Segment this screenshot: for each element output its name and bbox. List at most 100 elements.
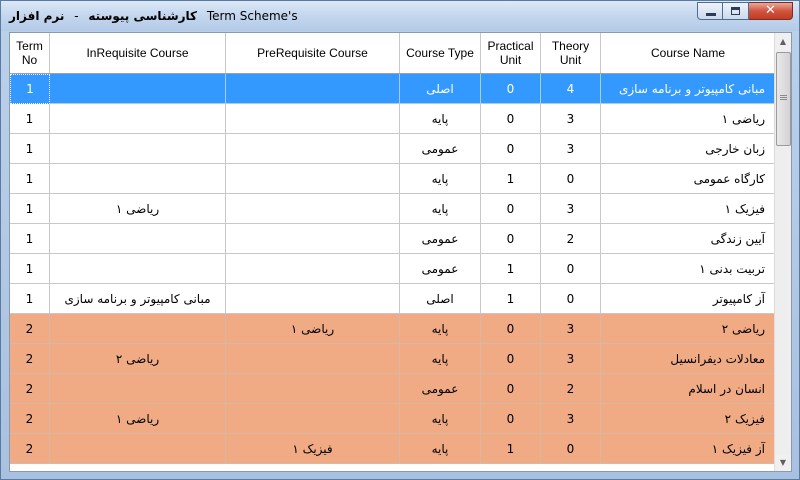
cell-inrequisite[interactable]	[50, 254, 226, 284]
cell-inrequisite[interactable]	[50, 224, 226, 254]
cell-course-type[interactable]: پایه	[400, 314, 481, 344]
cell-practical-unit[interactable]: 0	[481, 74, 541, 104]
cell-term-no[interactable]: 1	[10, 194, 50, 224]
cell-inrequisite[interactable]	[50, 134, 226, 164]
header-prerequisite[interactable]: PreRequisite Course	[226, 33, 400, 73]
cell-term-no[interactable]: 2	[10, 314, 50, 344]
title-bar[interactable]: کارشناسی پیوسته - نرم افزار Term Scheme'…	[1, 1, 799, 31]
table-row[interactable]: 1 عمومی 1 0 تربیت بدنی ۱	[10, 254, 776, 284]
cell-course-type[interactable]: پایه	[400, 344, 481, 374]
cell-inrequisite[interactable]	[50, 314, 226, 344]
cell-practical-unit[interactable]: 1	[481, 254, 541, 284]
cell-prerequisite[interactable]	[226, 164, 400, 194]
table-row[interactable]: 1 اصلی 0 4 مبانی کامپیوتر و برنامه سازی	[10, 74, 776, 104]
table-row[interactable]: 1 پایه 0 3 ریاضی ۱	[10, 104, 776, 134]
cell-course-name[interactable]: آز فیزیک ۱	[601, 434, 776, 464]
minimize-button[interactable]	[697, 2, 723, 20]
cell-theory-unit[interactable]: 3	[541, 344, 601, 374]
cell-inrequisite[interactable]: ریاضی ۱	[50, 194, 226, 224]
header-theory-unit[interactable]: Theory Unit	[541, 33, 601, 73]
cell-term-no[interactable]: 2	[10, 344, 50, 374]
cell-theory-unit[interactable]: 0	[541, 164, 601, 194]
cell-course-name[interactable]: زبان خارجی	[601, 134, 776, 164]
table-row[interactable]: 2 ریاضی ۱ پایه 0 3 ریاضی ۲	[10, 314, 776, 344]
cell-course-type[interactable]: عمومی	[400, 134, 481, 164]
table-row[interactable]: 2 ریاضی ۱ پایه 0 3 فیزیک ۲	[10, 404, 776, 434]
table-row[interactable]: 2 فیزیک ۱ پایه 1 0 آز فیزیک ۱	[10, 434, 776, 464]
cell-inrequisite[interactable]: ریاضی ۱	[50, 404, 226, 434]
cell-theory-unit[interactable]: 2	[541, 374, 601, 404]
cell-practical-unit[interactable]: 0	[481, 374, 541, 404]
cell-prerequisite[interactable]	[226, 194, 400, 224]
header-course-type[interactable]: Course Type	[400, 33, 481, 73]
cell-term-no[interactable]: 1	[10, 164, 50, 194]
cell-inrequisite[interactable]	[50, 374, 226, 404]
cell-practical-unit[interactable]: 0	[481, 224, 541, 254]
header-practical-unit[interactable]: Practical Unit	[481, 33, 541, 73]
cell-theory-unit[interactable]: 0	[541, 284, 601, 314]
cell-prerequisite[interactable]	[226, 284, 400, 314]
cell-course-name[interactable]: ریاضی ۲	[601, 314, 776, 344]
header-course-name[interactable]: Course Name	[601, 33, 776, 73]
cell-course-name[interactable]: آز کامپیوتر	[601, 284, 776, 314]
cell-course-type[interactable]: پایه	[400, 104, 481, 134]
cell-inrequisite[interactable]	[50, 164, 226, 194]
cell-term-no[interactable]: 2	[10, 434, 50, 464]
table-row[interactable]: 1 ریاضی ۱ پایه 0 3 فیزیک ۱	[10, 194, 776, 224]
header-term-no[interactable]: Term No	[10, 33, 50, 73]
cell-prerequisite[interactable]	[226, 224, 400, 254]
cell-course-type[interactable]: عمومی	[400, 374, 481, 404]
cell-inrequisite[interactable]	[50, 74, 226, 104]
cell-course-type[interactable]: اصلی	[400, 74, 481, 104]
cell-prerequisite[interactable]: فیزیک ۱	[226, 434, 400, 464]
cell-prerequisite[interactable]	[226, 134, 400, 164]
cell-term-no[interactable]: 1	[10, 134, 50, 164]
cell-prerequisite[interactable]	[226, 254, 400, 284]
cell-prerequisite[interactable]	[226, 404, 400, 434]
cell-course-name[interactable]: ریاضی ۱	[601, 104, 776, 134]
table-row[interactable]: 1 عمومی 0 2 آیین زندگی	[10, 224, 776, 254]
cell-practical-unit[interactable]: 1	[481, 284, 541, 314]
cell-term-no[interactable]: 1	[10, 284, 50, 314]
cell-course-type[interactable]: پایه	[400, 404, 481, 434]
cell-practical-unit[interactable]: 0	[481, 344, 541, 374]
cell-course-type[interactable]: پایه	[400, 434, 481, 464]
cell-theory-unit[interactable]: 3	[541, 314, 601, 344]
vertical-scrollbar[interactable]: ▲ ▼	[774, 33, 791, 471]
cell-practical-unit[interactable]: 0	[481, 134, 541, 164]
cell-theory-unit[interactable]: 3	[541, 104, 601, 134]
cell-theory-unit[interactable]: 4	[541, 74, 601, 104]
cell-practical-unit[interactable]: 0	[481, 194, 541, 224]
cell-theory-unit[interactable]: 2	[541, 224, 601, 254]
cell-term-no[interactable]: 1	[10, 224, 50, 254]
cell-theory-unit[interactable]: 3	[541, 134, 601, 164]
scroll-thumb[interactable]	[776, 52, 791, 146]
cell-practical-unit[interactable]: 1	[481, 434, 541, 464]
table-row[interactable]: 1 پایه 1 0 کارگاه عمومی	[10, 164, 776, 194]
cell-prerequisite[interactable]	[226, 344, 400, 374]
cell-inrequisite[interactable]: ریاضی ۲	[50, 344, 226, 374]
cell-course-type[interactable]: پایه	[400, 194, 481, 224]
cell-term-no[interactable]: 1	[10, 254, 50, 284]
cell-course-name[interactable]: کارگاه عمومی	[601, 164, 776, 194]
scroll-up-button[interactable]: ▲	[775, 33, 791, 50]
cell-term-no[interactable]: 2	[10, 404, 50, 434]
cell-practical-unit[interactable]: 0	[481, 104, 541, 134]
table-row[interactable]: 1 عمومی 0 3 زبان خارجی	[10, 134, 776, 164]
cell-inrequisite[interactable]: مبانی کامپیوتر و برنامه سازی	[50, 284, 226, 314]
cell-inrequisite[interactable]	[50, 434, 226, 464]
cell-term-no[interactable]: 2	[10, 374, 50, 404]
cell-course-name[interactable]: فیزیک ۲	[601, 404, 776, 434]
cell-course-type[interactable]: پایه	[400, 164, 481, 194]
cell-course-name[interactable]: مبانی کامپیوتر و برنامه سازی	[601, 74, 776, 104]
scroll-down-button[interactable]: ▼	[775, 454, 791, 471]
cell-practical-unit[interactable]: 1	[481, 164, 541, 194]
table-row[interactable]: 1 مبانی کامپیوتر و برنامه سازی اصلی 1 0 آز کا…	[10, 284, 776, 314]
cell-theory-unit[interactable]: 0	[541, 254, 601, 284]
cell-practical-unit[interactable]: 0	[481, 314, 541, 344]
cell-prerequisite[interactable]: ریاضی ۱	[226, 314, 400, 344]
maximize-button[interactable]	[723, 2, 749, 20]
table-row[interactable]: 2 ریاضی ۲ پایه 0 3 معادلات دیفرانسیل	[10, 344, 776, 374]
cell-course-type[interactable]: عمومی	[400, 224, 481, 254]
cell-course-type[interactable]: عمومی	[400, 254, 481, 284]
